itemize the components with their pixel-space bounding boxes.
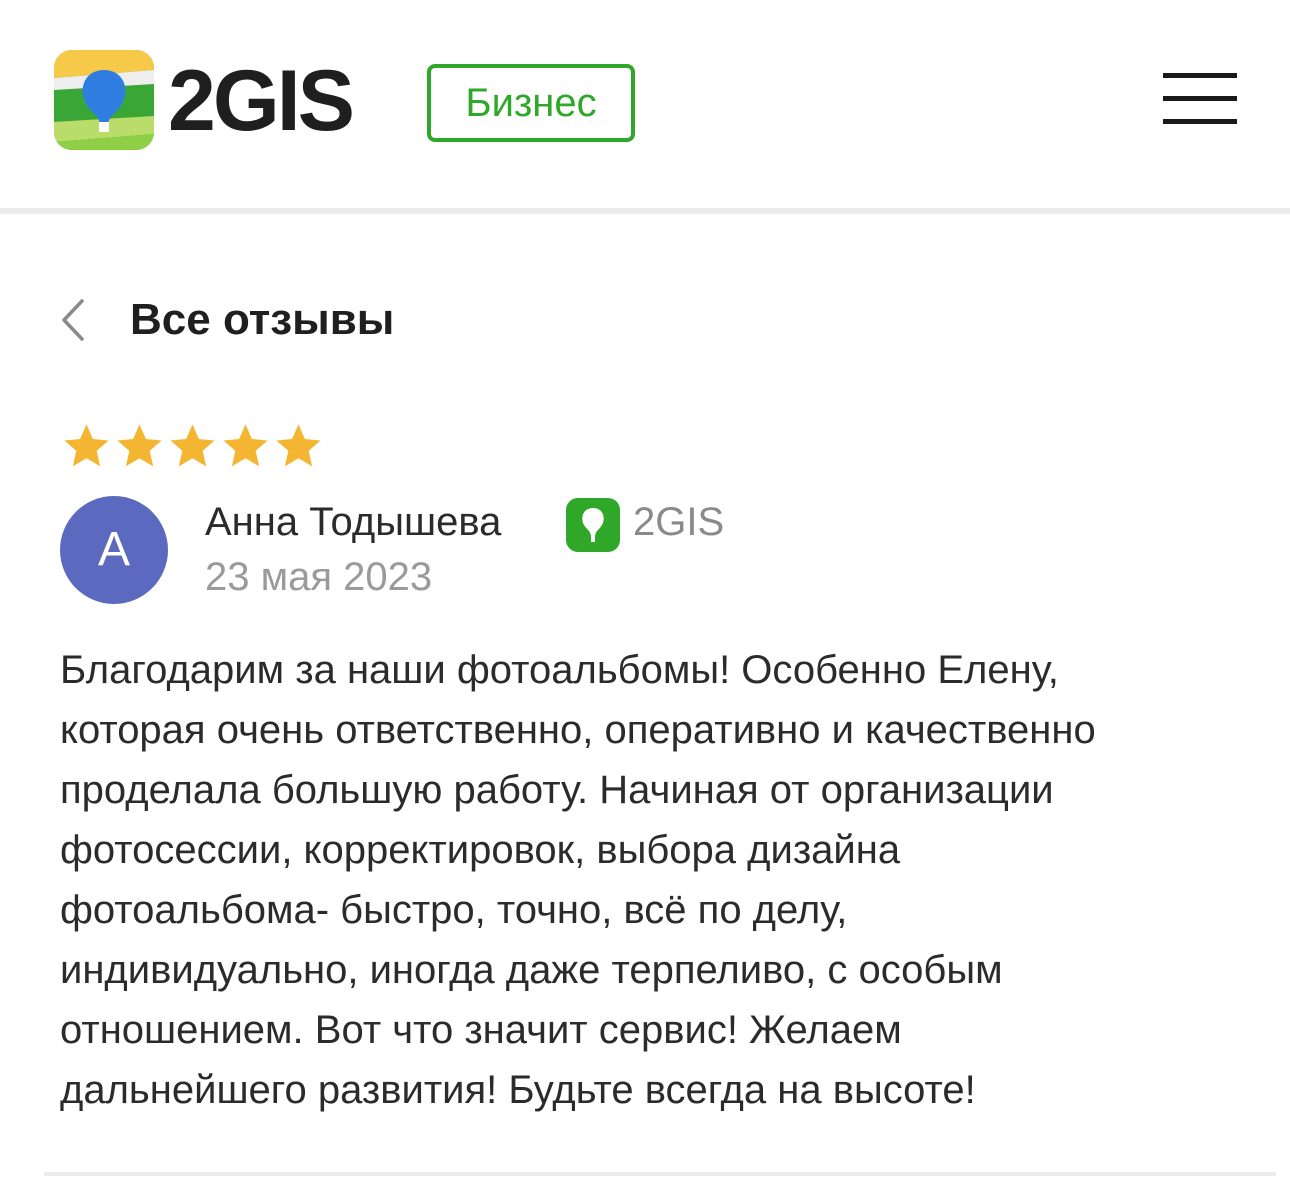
review-date: 23 мая 2023 [205, 555, 433, 599]
back-to-all-reviews-link[interactable]: Все отзывы [54, 288, 394, 352]
menu-line [1163, 96, 1237, 101]
star-icon [117, 424, 162, 467]
source-label: 2GIS [633, 500, 725, 544]
brand-wordmark[interactable]: 2GIS [168, 56, 355, 146]
2gis-logo-icon[interactable] [54, 50, 154, 150]
review-body: Благодарим за наши фотоальбомы! Особенно… [60, 648, 1096, 1112]
menu-line [1163, 73, 1237, 78]
chevron-left-icon [62, 299, 84, 341]
business-badge[interactable]: Бизнес [427, 64, 635, 142]
menu-line [1163, 119, 1237, 124]
star-icon [170, 424, 215, 467]
avatar: А [60, 496, 168, 604]
top-header: 2GIS Бизнес [0, 0, 1290, 208]
star-icon [223, 424, 268, 467]
author-name: Анна Тодышева [205, 500, 502, 544]
rating-stars [60, 420, 325, 473]
hamburger-menu-icon[interactable] [1163, 73, 1237, 127]
header-divider [0, 208, 1290, 214]
2gis-source-icon [566, 498, 620, 552]
review-divider [44, 1172, 1276, 1176]
star-icon [64, 424, 109, 467]
star-icon [276, 424, 321, 467]
page-title: Все отзывы [130, 295, 395, 344]
